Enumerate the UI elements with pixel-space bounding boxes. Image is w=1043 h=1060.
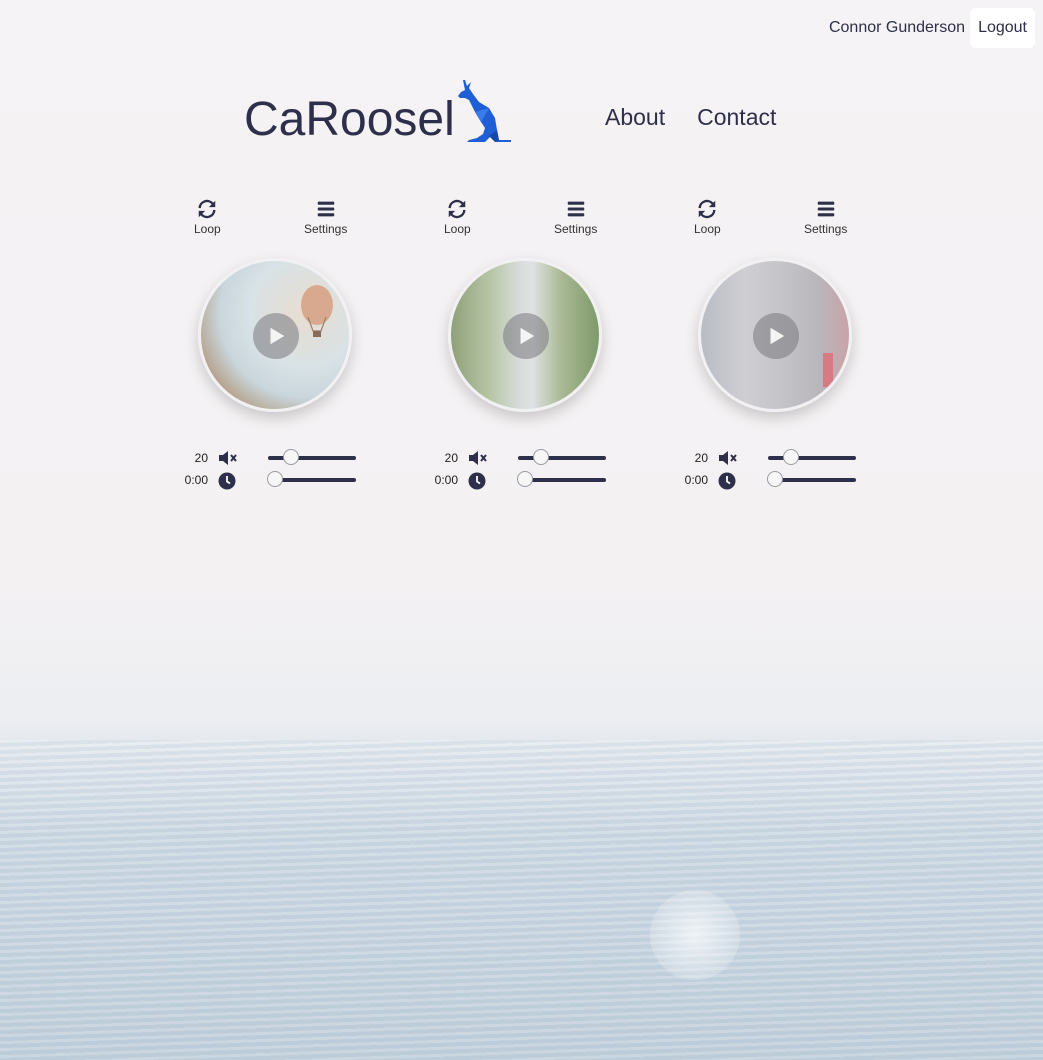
volume-value: 20 [444,451,458,465]
street-sign [823,353,833,387]
volume-slider-thumb[interactable] [783,449,799,465]
time-row: 0:00 [422,470,622,490]
loop-button[interactable]: Loop [194,198,221,236]
clock-icon [218,472,236,490]
loop-button[interactable]: Loop [444,198,471,236]
loop-label: Loop [694,222,721,236]
time-slider-thumb[interactable] [517,471,533,487]
volume-mute-icon[interactable] [468,450,488,466]
play-button[interactable] [253,313,299,359]
player-card: Loop Settings 20 0:00 [422,198,622,498]
volume-slider[interactable] [518,449,606,465]
play-icon [270,327,285,345]
time-row: 0:00 [172,470,372,490]
play-icon [770,327,785,345]
kangaroo-icon [457,80,511,142]
username: Connor Gunderson [828,19,966,36]
background-mist [650,890,740,980]
play-button[interactable] [503,313,549,359]
volume-mute-icon[interactable] [218,450,238,466]
volume-row: 20 [422,448,622,468]
hamburger-icon [817,201,834,217]
hot-air-balloon-shape [301,285,333,337]
scene-thumbnail-stream-in-forest[interactable] [448,258,602,412]
volume-value: 20 [694,451,708,465]
hamburger-icon [317,201,334,217]
loop-icon [448,199,466,219]
time-value: 0:00 [184,473,208,487]
player-card: Loop Settings 20 0:00 [172,198,372,498]
loop-icon [698,199,716,219]
main-nav: About Contact [605,104,776,131]
settings-label: Settings [554,222,598,236]
time-slider[interactable] [267,471,356,487]
time-slider[interactable] [517,471,606,487]
loop-button[interactable]: Loop [694,198,721,236]
time-value: 0:00 [684,473,708,487]
settings-button[interactable]: Settings [804,198,847,236]
volume-row: 20 [672,448,872,468]
hamburger-icon [567,201,584,217]
time-slider[interactable] [767,471,856,487]
loop-icon [198,199,216,219]
time-row: 0:00 [672,470,872,490]
volume-slider[interactable] [768,449,856,465]
settings-button[interactable]: Settings [304,198,347,236]
brand-title: CaRoosel [244,93,455,146]
brand[interactable]: CaRoosel [244,78,519,144]
nav-contact[interactable]: Contact [697,104,776,131]
play-button[interactable] [753,313,799,359]
time-value: 0:00 [434,473,458,487]
volume-slider[interactable] [268,449,356,465]
nav-about[interactable]: About [605,104,665,131]
volume-value: 20 [194,451,208,465]
ocean-background [0,740,1043,1060]
volume-mute-icon[interactable] [718,450,738,466]
clock-icon [468,472,486,490]
player-card: Loop Settings 20 0:00 [672,198,872,498]
settings-label: Settings [304,222,348,236]
volume-slider-thumb[interactable] [533,449,549,465]
loop-label: Loop [194,222,221,236]
volume-slider-thumb[interactable] [283,449,299,465]
volume-row: 20 [172,448,372,468]
time-slider-thumb[interactable] [767,471,783,487]
top-bar: Connor Gunderson Logout [829,8,1035,48]
settings-label: Settings [804,222,848,236]
settings-button[interactable]: Settings [554,198,597,236]
scene-thumbnail-city-street[interactable] [698,258,852,412]
loop-label: Loop [444,222,471,236]
scene-thumbnail-hot-air-balloon[interactable] [198,258,352,412]
logout-button[interactable]: Logout [970,8,1035,48]
time-slider-thumb[interactable] [267,471,283,487]
clock-icon [718,472,736,490]
play-icon [520,327,535,345]
